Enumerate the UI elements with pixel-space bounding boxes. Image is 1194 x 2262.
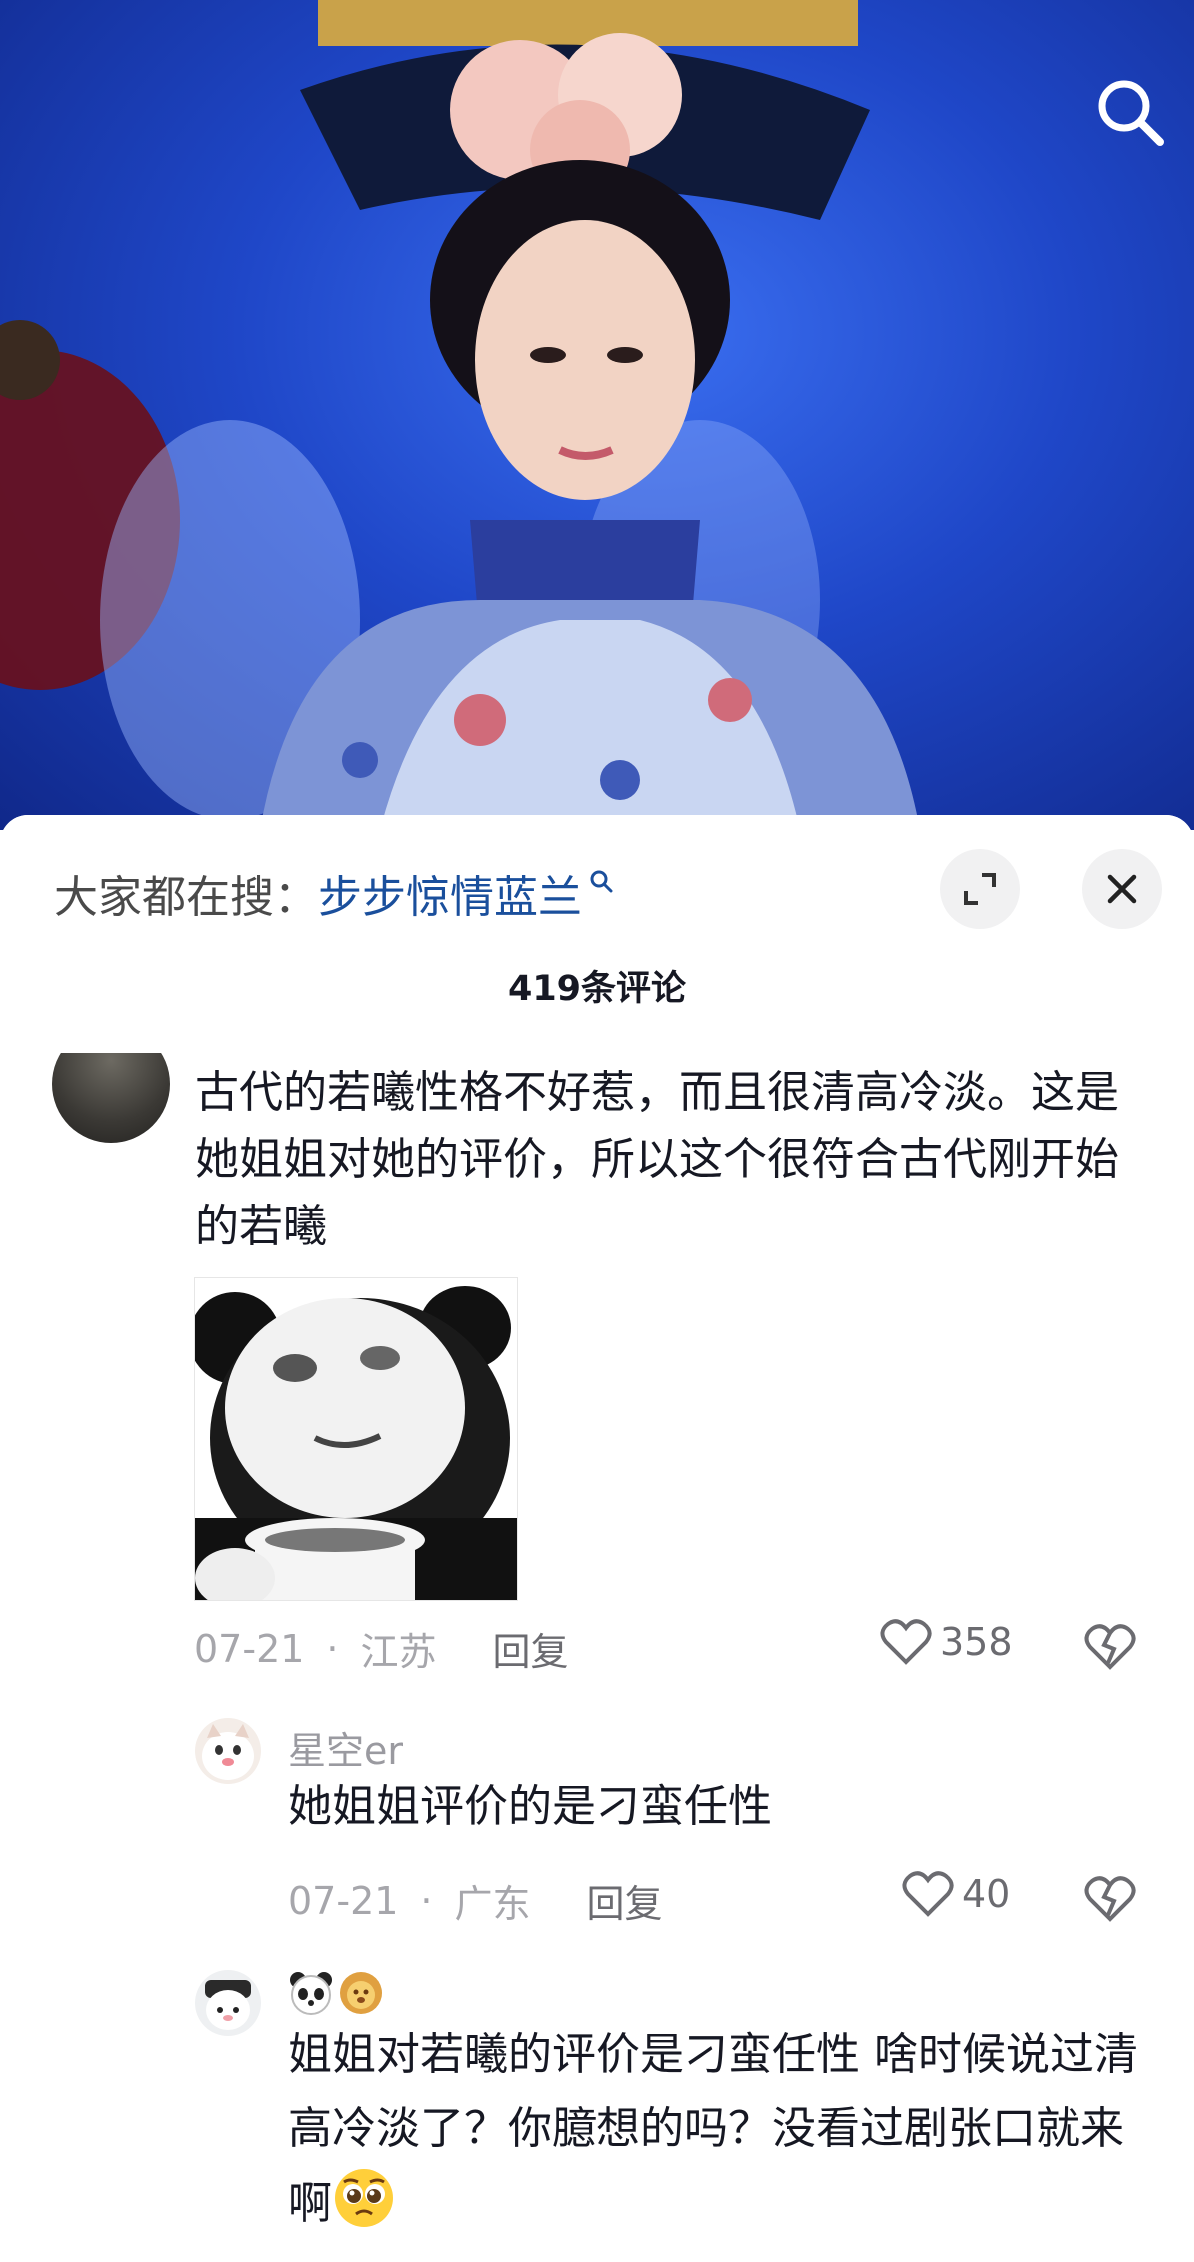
avatar[interactable] [52,1025,170,1143]
lion-emoji-icon [340,1971,382,2014]
close-icon [1107,874,1137,904]
video-frame-image [0,0,920,830]
meta-dot: · [326,1626,339,1671]
comment-sticker-image[interactable] [194,1277,518,1601]
hot-search-bar: 大家都在搜： 步步惊情蓝兰 [54,863,614,923]
reply-date: 07-21 [288,1878,399,1923]
close-button[interactable] [1082,849,1162,929]
reply-author-name[interactable] [288,1968,388,2016]
reply-author-name[interactable]: 星空er [288,1720,403,1775]
pleading-face-emoji-icon [335,2169,393,2227]
like-button[interactable]: 358 [880,1618,1013,1666]
meta-dot: · [420,1878,433,1923]
cat-avatar-image [195,1718,261,1784]
like-count: 40 [962,1872,1011,1916]
reply-meta: 07-21 · 广东 回复 [288,1873,663,1928]
hot-search-term-link[interactable]: 步步惊情蓝兰 [318,861,582,925]
heart-icon [880,1619,932,1665]
like-button[interactable]: 40 [902,1870,1010,1918]
video-player[interactable] [0,0,1194,830]
small-search-icon [590,870,613,893]
avatar[interactable] [195,1970,261,2036]
search-icon[interactable] [1090,72,1170,152]
panda-emoji-icon [290,1971,332,2015]
reply-location: 广东 [454,1882,531,1926]
doll-avatar-image [195,1970,261,2036]
reply-text-container: 姐姐对若曦的评价是刁蛮任性 啥时候说过清高冷淡了？你臆想的吗？没看过剧张口就来啊 [288,2018,1148,2241]
avatar[interactable] [195,1718,261,1784]
like-count: 358 [940,1620,1013,1664]
comment-count: 419条评论 [507,969,687,1009]
comment-text: 古代的若曦性格不好惹，而且很清高冷淡。这是她姐姐对她的评价，所以这个很符合古代刚… [195,1067,1119,1252]
comment-meta: 07-21 · 江苏 回复 [194,1621,569,1676]
dislike-icon[interactable] [1082,1617,1138,1673]
heart-icon [902,1871,954,1917]
comment-date: 07-21 [194,1626,305,1671]
reply-button[interactable]: 回复 [493,1621,569,1676]
reply-text: 姐姐对若曦的评价是刁蛮任性 啥时候说过清高冷淡了？你臆想的吗？没看过剧张口就来啊 [288,2029,1138,2229]
panda-meme-sticker [195,1278,517,1600]
expand-icon [964,873,996,905]
dislike-icon[interactable] [1082,1869,1138,1925]
header-overlay [0,815,1194,1053]
expand-button[interactable] [940,849,1020,929]
comment-panel: 大家都在搜： 步步惊情蓝兰 419条评论 古代的若曦性格不好惹，而且很清高冷淡。… [0,815,1194,2262]
reply-button[interactable]: 回复 [587,1873,663,1928]
reply-text: 她姐姐评价的是刁蛮任性 [288,1781,772,1832]
header-mask [0,815,1194,1053]
hot-search-prefix: 大家都在搜： [54,872,318,923]
comment-location: 江苏 [360,1630,437,1674]
